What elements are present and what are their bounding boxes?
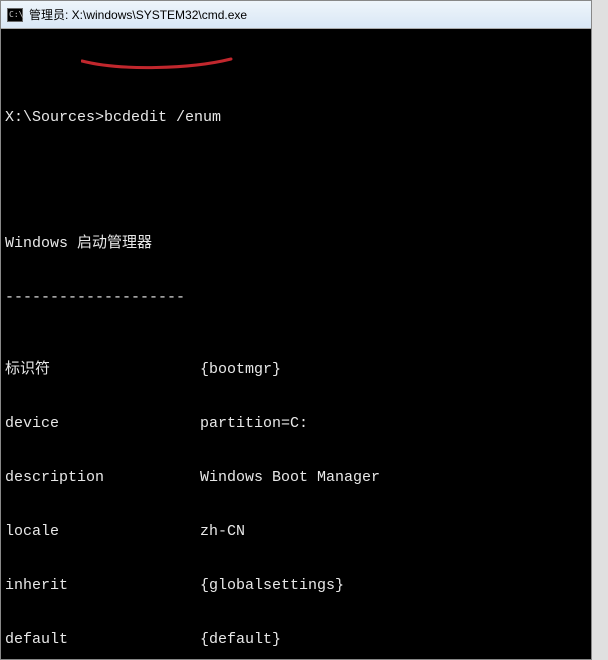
val: partition=C: bbox=[200, 415, 308, 433]
row-locale: localezh-CN bbox=[5, 523, 587, 541]
prompt-path: X:\Sources> bbox=[5, 109, 104, 126]
blank-line bbox=[5, 163, 587, 181]
row-description: descriptionWindows Boot Manager bbox=[5, 469, 587, 487]
val: {globalsettings} bbox=[200, 577, 344, 595]
row-default: default{default} bbox=[5, 631, 587, 649]
terminal-area[interactable]: X:\Sources>bcdedit /enum Windows 启动管理器 -… bbox=[1, 29, 591, 659]
section-boot-manager-title: Windows 启动管理器 bbox=[5, 235, 587, 253]
annotation-underline bbox=[81, 55, 236, 75]
section-rule: -------------------- bbox=[5, 289, 587, 307]
prompt-line: X:\Sources>bcdedit /enum bbox=[5, 109, 587, 127]
key: inherit bbox=[5, 577, 200, 595]
cmd-window: C:\ 管理员: X:\windows\SYSTEM32\cmd.exe X:\… bbox=[0, 0, 592, 660]
key: locale bbox=[5, 523, 200, 541]
val: Windows Boot Manager bbox=[200, 469, 380, 487]
val: {default} bbox=[200, 631, 281, 649]
row-identifier: 标识符{bootmgr} bbox=[5, 361, 587, 379]
val: {bootmgr} bbox=[200, 361, 281, 379]
titlebar[interactable]: C:\ 管理员: X:\windows\SYSTEM32\cmd.exe bbox=[1, 1, 591, 29]
command-text: bcdedit /enum bbox=[104, 109, 221, 126]
key: description bbox=[5, 469, 200, 487]
window-title: 管理员: X:\windows\SYSTEM32\cmd.exe bbox=[29, 6, 247, 23]
row-device: devicepartition=C: bbox=[5, 415, 587, 433]
key: 标识符 bbox=[5, 361, 200, 379]
cmd-icon: C:\ bbox=[7, 8, 23, 22]
val: zh-CN bbox=[200, 523, 245, 541]
key: default bbox=[5, 631, 200, 649]
row-inherit: inherit{globalsettings} bbox=[5, 577, 587, 595]
key: device bbox=[5, 415, 200, 433]
